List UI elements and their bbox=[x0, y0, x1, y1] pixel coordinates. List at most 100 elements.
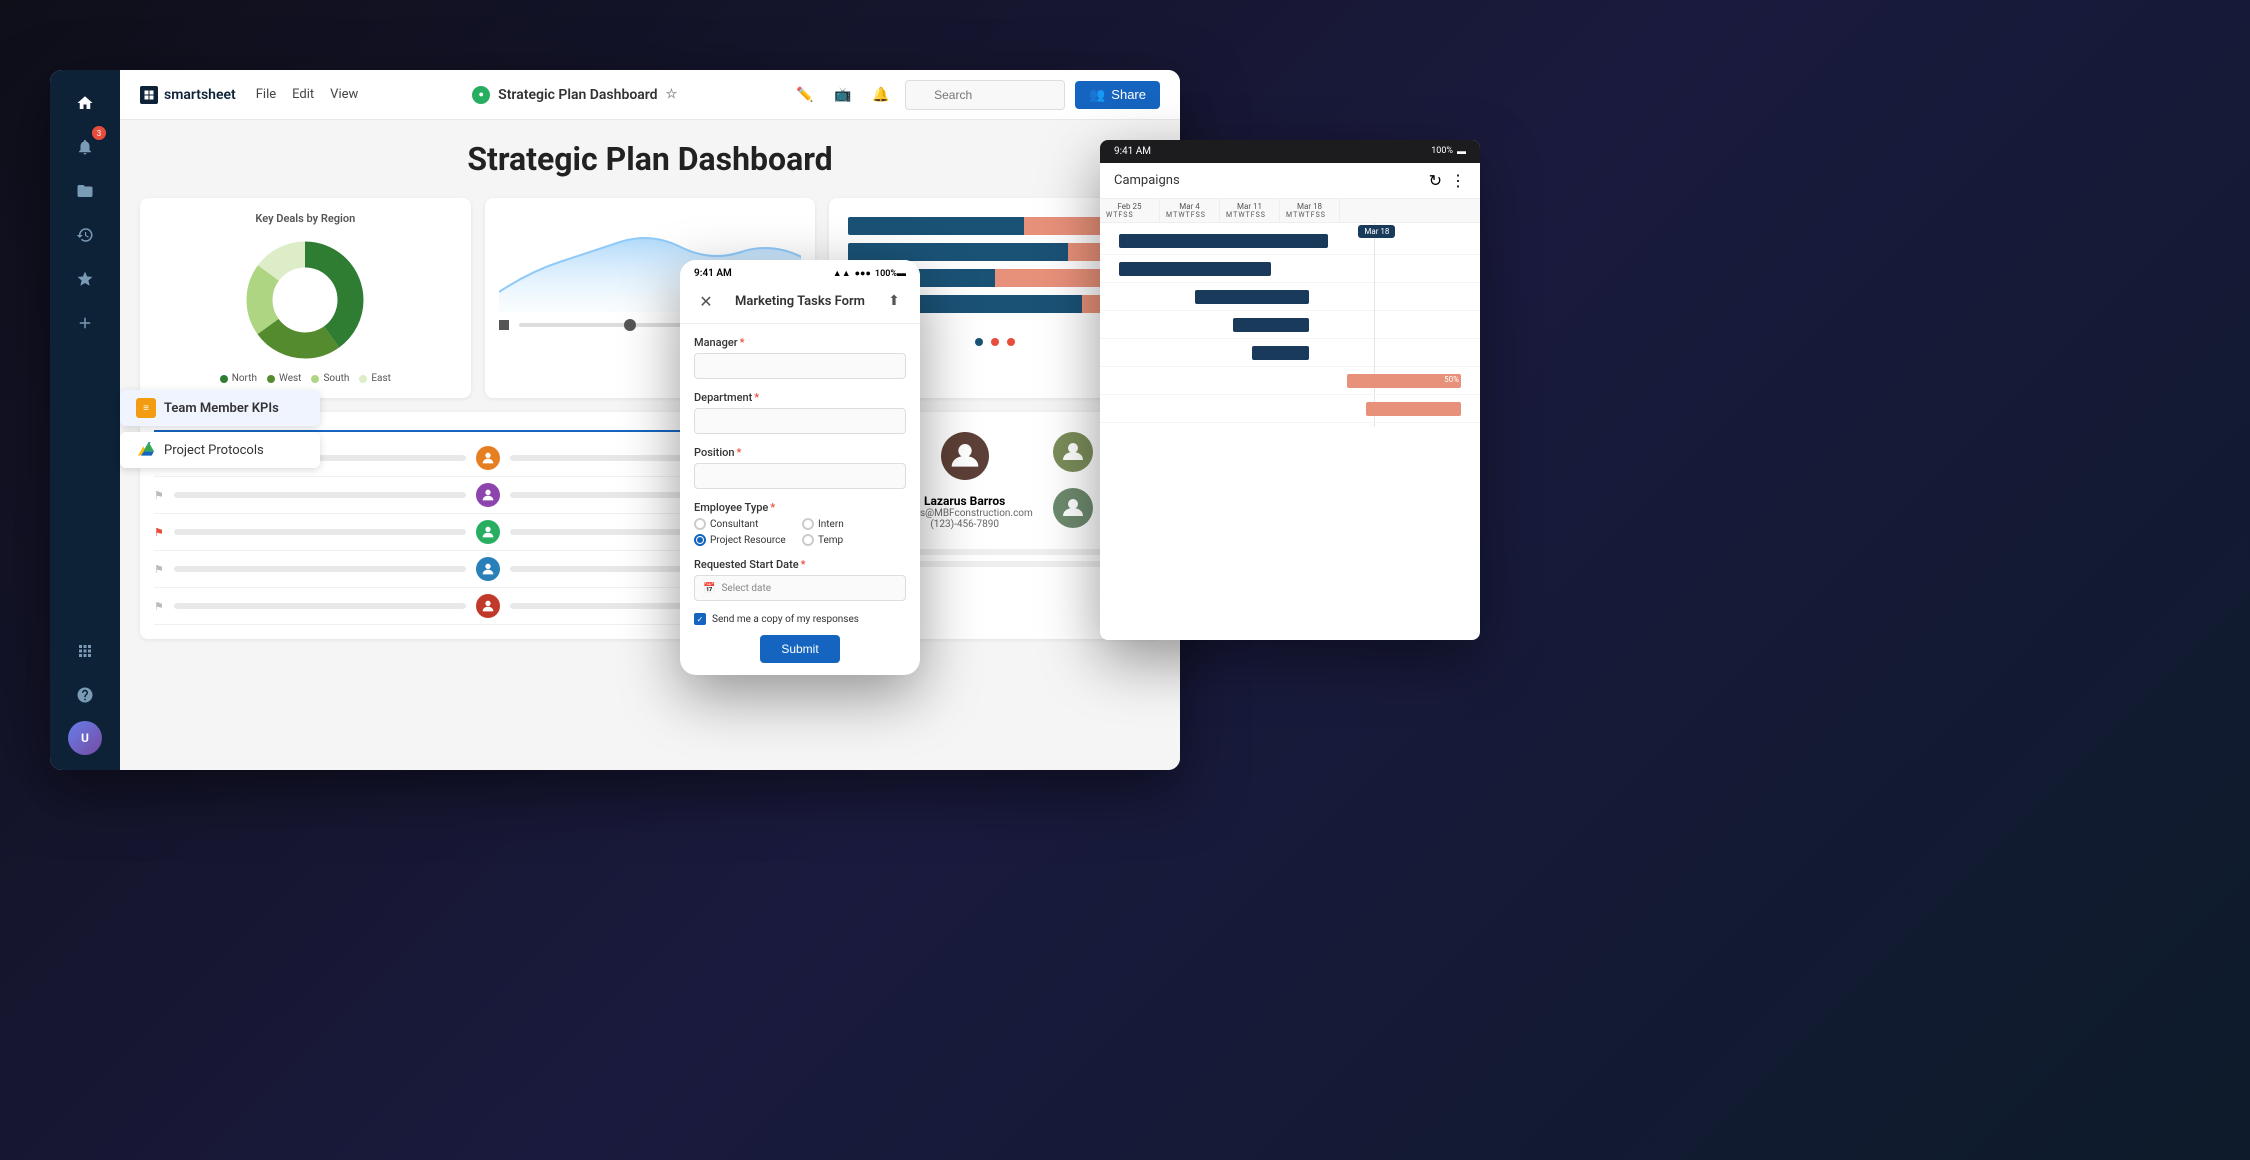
gantt-week-2: Mar 4 MTWTFSS bbox=[1160, 199, 1220, 222]
menu-bar: File Edit View bbox=[256, 87, 359, 102]
radio-intern[interactable]: Intern bbox=[802, 518, 906, 530]
gantt-time: 9:41 AM bbox=[1114, 146, 1151, 157]
radio-project-resource[interactable]: Project Resource bbox=[694, 534, 798, 546]
sidebar-item-folders[interactable] bbox=[67, 173, 103, 209]
sidebar-item-help[interactable] bbox=[67, 677, 103, 713]
contact-name: Lazarus Barros bbox=[924, 494, 1005, 508]
mobile-time: 9:41 AM bbox=[694, 268, 732, 279]
department-input[interactable] bbox=[694, 408, 906, 434]
flag-icon-5: ⚑ bbox=[154, 600, 164, 613]
radio-consultant[interactable]: Consultant bbox=[694, 518, 798, 530]
menu-edit[interactable]: Edit bbox=[292, 87, 314, 102]
doc-icon: ● bbox=[472, 86, 490, 104]
copy-checkbox-label: Send me a copy of my responses bbox=[712, 614, 859, 625]
radio-temp-circle[interactable] bbox=[802, 534, 814, 546]
radio-project-resource-circle[interactable] bbox=[694, 534, 706, 546]
mobile-close-button[interactable]: ✕ bbox=[694, 289, 718, 313]
bar-row-1 bbox=[848, 217, 1141, 235]
logo-icon bbox=[140, 86, 158, 104]
row-avatar-5 bbox=[476, 594, 500, 618]
mobile-status-bar: 9:41 AM ▲▲ ●●● 100%▬ bbox=[680, 260, 920, 283]
copy-checkbox-row: ✓ Send me a copy of my responses bbox=[694, 613, 906, 625]
progress-label: 50% bbox=[1444, 375, 1459, 384]
present-icon[interactable]: 📺 bbox=[829, 81, 857, 109]
gantt-week-label: Mar 18 bbox=[1364, 227, 1389, 236]
required-star-manager: * bbox=[740, 336, 745, 349]
flag-icon-3: ⚑ bbox=[154, 526, 164, 539]
legend-east: East bbox=[359, 373, 391, 384]
doc-title-text: Strategic Plan Dashboard bbox=[498, 87, 657, 103]
mobile-form-header: ✕ Marketing Tasks Form ⬆ bbox=[680, 283, 920, 324]
app-logo: smartsheet bbox=[140, 86, 236, 104]
radio-consultant-circle[interactable] bbox=[694, 518, 706, 530]
gdrive-icon bbox=[136, 440, 156, 460]
position-input[interactable] bbox=[694, 463, 906, 489]
donut-chart-container: North West South bbox=[154, 235, 457, 384]
required-star-dept: * bbox=[754, 391, 759, 404]
sidebar-item-add[interactable] bbox=[67, 305, 103, 341]
flag-icon-4: ⚑ bbox=[154, 563, 164, 576]
topbar-actions: ✏️ 📺 🔔 🔍 👥 Share bbox=[791, 80, 1160, 110]
mobile-status-icons: ▲▲ ●●● 100%▬ bbox=[833, 268, 906, 279]
gantt-refresh-icon[interactable]: ↻ bbox=[1429, 171, 1442, 190]
submit-button[interactable]: Submit bbox=[760, 635, 840, 663]
gantt-row-7 bbox=[1100, 395, 1480, 423]
contact-avatar-2 bbox=[1053, 432, 1093, 472]
gantt-row-3 bbox=[1100, 283, 1480, 311]
app-name: smartsheet bbox=[164, 87, 236, 103]
sidebar-item-favorites[interactable] bbox=[67, 261, 103, 297]
gantt-more-icon[interactable]: ⋮ bbox=[1450, 171, 1466, 190]
legend-west: West bbox=[267, 373, 301, 384]
mobile-share-button[interactable]: ⬆ bbox=[882, 289, 906, 313]
sidebar-item-recent[interactable] bbox=[67, 217, 103, 253]
dropdown-project-protocols[interactable]: Project Protocols bbox=[120, 432, 320, 468]
slider-thumb-left[interactable] bbox=[624, 319, 636, 331]
required-star-date: * bbox=[801, 558, 806, 571]
donut-legend: North West South bbox=[220, 373, 391, 384]
dropdown-project-protocols-label: Project Protocols bbox=[164, 443, 264, 458]
date-placeholder: Select date bbox=[721, 583, 771, 594]
gantt-actions: ↻ ⋮ bbox=[1429, 171, 1466, 190]
notification-icon[interactable]: 🔔 bbox=[867, 81, 895, 109]
employee-type-label: Employee Type * bbox=[694, 501, 906, 514]
date-input[interactable]: 📅 Select date bbox=[694, 575, 906, 601]
row-avatar-4 bbox=[476, 557, 500, 581]
sidebar-item-notifications[interactable]: 3 bbox=[67, 129, 103, 165]
gantt-row-4 bbox=[1100, 311, 1480, 339]
table-icon: ≡ bbox=[136, 398, 156, 418]
search-input[interactable] bbox=[905, 80, 1065, 110]
mobile-form-overlay: 9:41 AM ▲▲ ●●● 100%▬ ✕ Marketing Tasks F… bbox=[680, 260, 920, 675]
wifi-icon: ▲▲ bbox=[833, 268, 851, 279]
sidebar-item-apps[interactable] bbox=[67, 633, 103, 669]
position-label: Position * bbox=[694, 446, 906, 459]
gantt-content: Feb 25 WTFSS Mar 4 MTWTFSS Mar 11 MTWTFS… bbox=[1100, 199, 1480, 629]
share-label: Share bbox=[1111, 87, 1146, 102]
gantt-status-icons: 100% ▬ bbox=[1431, 146, 1466, 157]
dropdown-team-kpis-label: Team Member KPIs bbox=[164, 401, 279, 416]
start-date-field: Requested Start Date * 📅 Select date bbox=[694, 558, 906, 601]
radio-temp[interactable]: Temp bbox=[802, 534, 906, 546]
department-label: Department * bbox=[694, 391, 906, 404]
dropdown-team-kpis[interactable]: ≡ Team Member KPIs bbox=[120, 390, 320, 426]
radio-intern-circle[interactable] bbox=[802, 518, 814, 530]
user-avatar[interactable]: U bbox=[68, 721, 102, 755]
share-button[interactable]: 👥 Share bbox=[1075, 81, 1160, 109]
manager-label: Manager * bbox=[694, 336, 906, 349]
row-avatar-1 bbox=[476, 446, 500, 470]
manager-input[interactable] bbox=[694, 353, 906, 379]
bar-row-2 bbox=[848, 243, 1141, 261]
menu-file[interactable]: File bbox=[256, 87, 276, 102]
menu-view[interactable]: View bbox=[330, 87, 358, 102]
copy-checkbox[interactable]: ✓ bbox=[694, 613, 706, 625]
document-title-area: ● Strategic Plan Dashboard ☆ bbox=[378, 86, 771, 104]
sidebar-item-home[interactable] bbox=[67, 85, 103, 121]
edit-icon[interactable]: ✏️ bbox=[791, 81, 819, 109]
donut-chart-title: Key Deals by Region bbox=[154, 212, 457, 225]
gantt-row-1 bbox=[1100, 227, 1480, 255]
radio-project-resource-label: Project Resource bbox=[710, 535, 786, 546]
department-field: Department * bbox=[694, 391, 906, 434]
radio-intern-label: Intern bbox=[818, 519, 844, 530]
contact-avatar-primary bbox=[941, 432, 989, 480]
manager-field: Manager * bbox=[694, 336, 906, 379]
contact-phone: (123)-456-7890 bbox=[930, 519, 999, 530]
